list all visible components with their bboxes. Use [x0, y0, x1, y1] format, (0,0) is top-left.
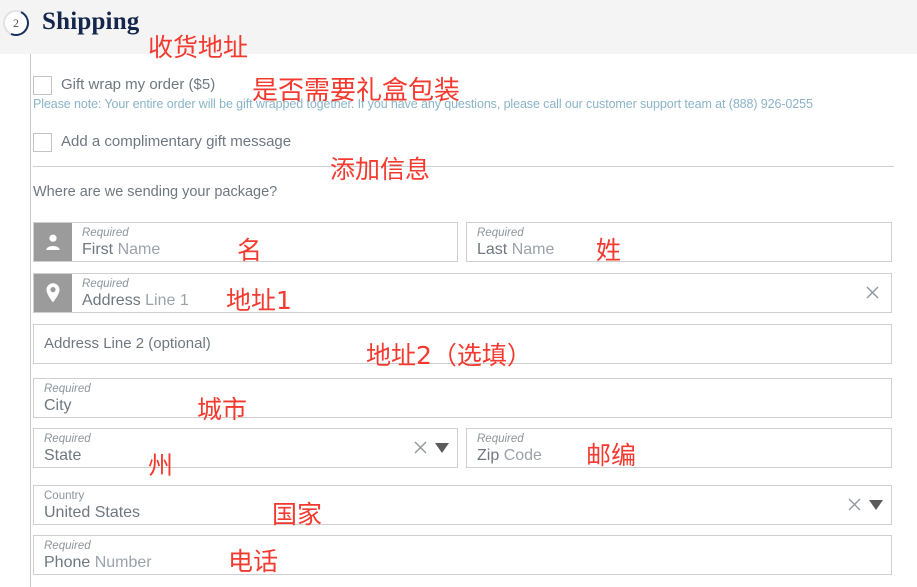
- address-line-1-text: Required Address Line 1: [82, 278, 189, 310]
- country-value: United States: [44, 503, 140, 522]
- state-text: Required State: [44, 433, 91, 465]
- city-placeholder: City: [44, 396, 91, 415]
- address-line-1-field[interactable]: Required Address Line 1: [33, 273, 892, 313]
- clear-icon[interactable]: [414, 441, 427, 454]
- chevron-down-icon[interactable]: [869, 500, 883, 510]
- zip-code-text: Required Zip Code: [477, 433, 542, 465]
- gift-wrap-note: Please note: Your entire order will be g…: [33, 97, 813, 111]
- first-name-placeholder: First Name: [82, 240, 160, 259]
- phone-number-field[interactable]: Required Phone Number: [33, 535, 892, 575]
- first-name-required-label: Required: [82, 227, 160, 240]
- address-line-2-placeholder: Address Line 2 (optional): [44, 335, 211, 352]
- shipping-prompt: Where are we sending your package?: [33, 184, 277, 200]
- state-field[interactable]: Required State: [33, 428, 458, 468]
- last-name-text: Required Last Name: [477, 227, 554, 259]
- step-number-label: 2: [5, 12, 27, 34]
- first-name-field[interactable]: Required First Name: [33, 222, 458, 262]
- gift-message-checkbox[interactable]: [33, 133, 52, 152]
- address-line-2-field[interactable]: Address Line 2 (optional): [33, 324, 892, 364]
- location-pin-icon: [34, 274, 72, 312]
- country-label: Country: [44, 490, 140, 503]
- section-header: 2 Shipping: [0, 0, 917, 54]
- last-name-required-label: Required: [477, 227, 554, 240]
- address-line-1-placeholder: Address Line 1: [82, 291, 189, 310]
- step-rail: [30, 22, 31, 587]
- gift-wrap-checkbox[interactable]: [33, 76, 52, 95]
- phone-number-text: Required Phone Number: [44, 540, 152, 572]
- state-placeholder: State: [44, 446, 91, 465]
- country-field[interactable]: Country United States: [33, 485, 892, 525]
- address-line-1-required-label: Required: [82, 278, 189, 291]
- state-required-label: Required: [44, 433, 91, 446]
- zip-code-placeholder: Zip Code: [477, 446, 542, 465]
- country-text: Country United States: [44, 490, 140, 522]
- last-name-placeholder: Last Name: [477, 240, 554, 259]
- city-required-label: Required: [44, 383, 91, 396]
- last-name-field[interactable]: Required Last Name: [466, 222, 892, 262]
- zip-code-field[interactable]: Required Zip Code: [466, 428, 892, 468]
- page-title: Shipping: [42, 8, 140, 36]
- annotation-text: 添加信息: [330, 150, 430, 186]
- zip-code-required-label: Required: [477, 433, 542, 446]
- city-field[interactable]: Required City: [33, 378, 892, 418]
- city-text: Required City: [44, 383, 91, 415]
- step-number-badge: 2: [0, 6, 33, 39]
- gift-wrap-label: Gift wrap my order ($5): [61, 76, 215, 93]
- person-icon: [34, 223, 72, 261]
- clear-icon[interactable]: [866, 286, 879, 299]
- chevron-down-icon[interactable]: [435, 443, 449, 453]
- clear-icon[interactable]: [848, 498, 861, 511]
- phone-number-placeholder: Phone Number: [44, 553, 152, 572]
- first-name-text: Required First Name: [82, 227, 160, 259]
- section-divider: [33, 166, 894, 167]
- gift-message-label: Add a complimentary gift message: [61, 133, 291, 150]
- phone-number-required-label: Required: [44, 540, 152, 553]
